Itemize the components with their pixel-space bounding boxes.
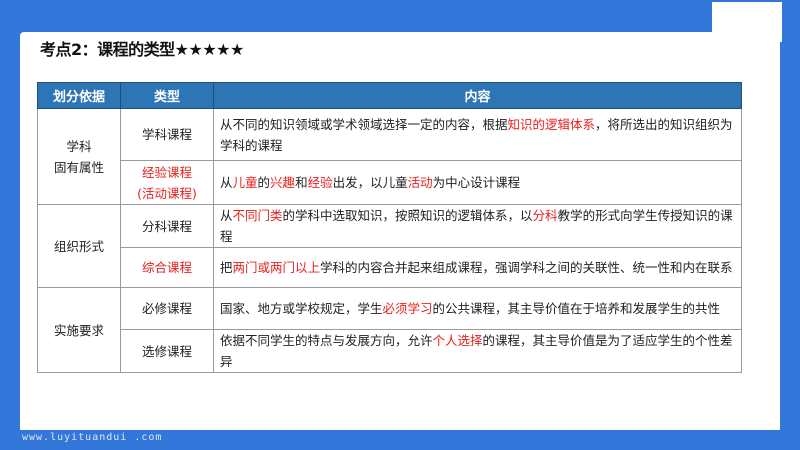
type-cell: 分科课程 bbox=[120, 204, 214, 248]
basis-cell: 实施要求 bbox=[37, 287, 121, 373]
header-basis: 划分依据 bbox=[37, 82, 121, 109]
highlighted-text: 知识的逻辑体系 bbox=[507, 116, 596, 132]
table-row: 组织形式 分科课程 从不同门类的学科中选取知识，按照知识的逻辑体系，以分科教学的形式… bbox=[37, 204, 742, 288]
type-label: 经验课程 bbox=[141, 164, 192, 180]
highlighted-text: 分科 bbox=[532, 208, 558, 223]
table-row: 综合课程 把两门或两门以上学科的内容合并起来组成课程，强调学科之间的关联性、统一性… bbox=[38, 247, 742, 288]
type-label: 必修课程 bbox=[141, 301, 192, 316]
header-content: 内容 bbox=[213, 82, 742, 109]
footer-url: www.luyituandui .com bbox=[22, 432, 163, 443]
type-cell: 综合课程 bbox=[120, 247, 214, 288]
basis-label: 实施要求 bbox=[53, 322, 104, 338]
highlighted-text: 必须学习 bbox=[382, 301, 433, 316]
content-text: 把 bbox=[220, 260, 233, 275]
content-cell: 从不同的知识领域或学术领域选择一定的内容，根据知识的逻辑体系，将所选出的知识组织… bbox=[213, 108, 742, 161]
content-text: 的学科中选取知识，按照知识的逻辑体系，以 bbox=[282, 208, 533, 223]
type-cell: 经验课程 (活动课程) bbox=[120, 160, 214, 205]
content-text: 从不同的知识领域或学术领域选择一定的内容，根据 bbox=[220, 116, 508, 132]
type-label: 学科课程 bbox=[141, 127, 192, 142]
content-text: 依据不同学生的特点与发展方向，允许 bbox=[220, 333, 433, 348]
highlighted-text: 经验 bbox=[307, 175, 333, 190]
content-cell: 从儿童的兴趣和经验出发，以儿童活动为中心设计课程 bbox=[213, 160, 742, 205]
content-text: 国家、地方或学校规定，学生 bbox=[220, 301, 383, 316]
highlighted-text: 活动 bbox=[407, 175, 433, 190]
type-label: 分科课程 bbox=[141, 218, 192, 234]
content-cell: 国家、地方或学校规定，学生必须学习的公共课程，其主导价值在于培养和发展学生的共性 bbox=[213, 287, 742, 330]
content-text: 的公共课程，其主导价值在于培养和发展学生的共性 bbox=[432, 301, 721, 316]
highlighted-text: 儿童 bbox=[232, 175, 258, 190]
highlighted-text: 两门或两门以上 bbox=[232, 260, 321, 275]
content-cell: 从不同门类的学科中选取知识，按照知识的逻辑体系，以分科教学的形式向学生传授知识的… bbox=[213, 204, 742, 248]
header-type: 类型 bbox=[120, 82, 214, 109]
highlighted-text: 兴趣 bbox=[270, 175, 296, 190]
content-text: 出发，以儿童 bbox=[332, 175, 408, 190]
type-cell: 必修课程 bbox=[120, 287, 214, 330]
table-header-row: 划分依据 类型 内容 bbox=[37, 82, 742, 109]
table-row: 经验课程 (活动课程) 从儿童的兴趣和经验出发，以儿童活动为中心设计课程 bbox=[38, 160, 742, 205]
basis-label: 组织形式 bbox=[53, 238, 104, 254]
type-label: (活动课程) bbox=[137, 185, 197, 201]
type-label: 选修课程 bbox=[141, 343, 192, 359]
course-types-table: 划分依据 类型 内容 学科固有属性 学科课程 从不同的知识领域或学术领域选择一定的内… bbox=[37, 82, 742, 373]
content-text: 为中心设计课程 bbox=[432, 175, 521, 190]
highlighted-text: 不同门类 bbox=[232, 208, 283, 223]
highlighted-text: 个人选择 bbox=[432, 333, 483, 348]
basis-label: 学科 bbox=[66, 138, 92, 154]
content-text: 从 bbox=[220, 208, 233, 223]
type-label: 综合课程 bbox=[141, 260, 192, 275]
content-text: 的 bbox=[257, 175, 271, 190]
page-title: 考点2：课程的类型★★★★★ bbox=[40, 40, 244, 59]
table-row: 实施要求 必修课程 国家、地方或学校规定，学生必须学习的公共课程，其主导价值在于培养… bbox=[37, 287, 742, 373]
type-cell: 学科课程 bbox=[120, 108, 214, 161]
table-row: 学科固有属性 学科课程 从不同的知识领域或学术领域选择一定的内容，根据知识的逻辑体系… bbox=[37, 108, 742, 205]
content-text: 和 bbox=[295, 175, 308, 190]
content-text: 学科的内容合并起来组成课程，强调学科之间的关联性、统一性和内在联系 bbox=[320, 260, 733, 275]
type-cell: 选修课程 bbox=[120, 329, 214, 373]
content-cell: 依据不同学生的特点与发展方向，允许个人选择的课程，其主导价值是为了适应学生的个性… bbox=[213, 329, 742, 373]
basis-cell: 组织形式 bbox=[37, 204, 121, 288]
basis-cell: 学科 固有属性 bbox=[37, 108, 121, 205]
content-cell: 把两门或两门以上学科的内容合并起来组成课程，强调学科之间的关联性、统一性和内在联… bbox=[213, 247, 742, 288]
table-row: 选修课程 依据不同学生的特点与发展方向，允许个人选择的课程，其主导价值是为了适应学… bbox=[38, 329, 742, 373]
basis-label: 固有属性 bbox=[53, 159, 104, 175]
content-text: 从 bbox=[220, 175, 233, 190]
